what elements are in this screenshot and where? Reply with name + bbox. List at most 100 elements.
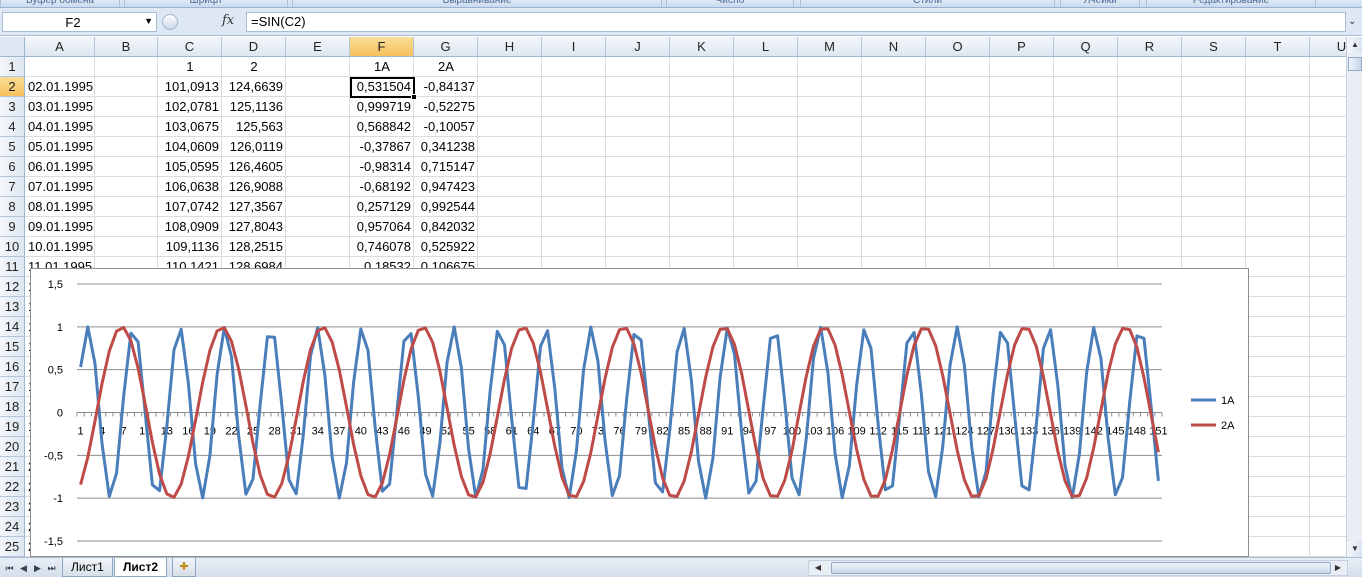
- cell-C8[interactable]: 107,0742: [158, 197, 222, 217]
- cell-F1[interactable]: 1A: [350, 57, 414, 77]
- cell-G5[interactable]: 0,341238: [414, 137, 478, 157]
- column-header[interactable]: E: [286, 37, 350, 57]
- row-header[interactable]: 18: [0, 397, 25, 417]
- row-header[interactable]: 21: [0, 457, 25, 477]
- last-sheet-icon[interactable]: ⏭: [46, 561, 57, 575]
- row-header[interactable]: 22: [0, 477, 25, 497]
- cell-G8[interactable]: 0,992544: [414, 197, 478, 217]
- cell-A5[interactable]: 05.01.1995: [25, 137, 95, 157]
- row-header[interactable]: 14: [0, 317, 25, 337]
- row-header[interactable]: 3: [0, 97, 25, 117]
- scroll-left-icon[interactable]: ◀: [811, 561, 825, 575]
- column-header[interactable]: Q: [1054, 37, 1118, 57]
- sheet-tab-list2[interactable]: Лист2: [114, 558, 168, 577]
- row-header[interactable]: 23: [0, 497, 25, 517]
- cell-F7[interactable]: -0,68192: [350, 177, 414, 197]
- column-header[interactable]: H: [478, 37, 542, 57]
- column-header[interactable]: O: [926, 37, 990, 57]
- cancel-circle-icon[interactable]: [162, 14, 178, 30]
- cell-G1[interactable]: 2A: [414, 57, 478, 77]
- row-header[interactable]: 4: [0, 117, 25, 137]
- row-header[interactable]: 10: [0, 237, 25, 257]
- row-header[interactable]: 19: [0, 417, 25, 437]
- column-header[interactable]: S: [1182, 37, 1246, 57]
- horizontal-scroll-thumb[interactable]: [831, 562, 1331, 574]
- column-header[interactable]: R: [1118, 37, 1182, 57]
- cell-C5[interactable]: 104,0609: [158, 137, 222, 157]
- cell-G10[interactable]: 0,525922: [414, 237, 478, 257]
- cell-D9[interactable]: 127,8043: [222, 217, 286, 237]
- row-header[interactable]: 6: [0, 157, 25, 177]
- vertical-scrollbar[interactable]: ▲ ▼: [1346, 37, 1362, 557]
- column-header[interactable]: A: [25, 37, 95, 57]
- cell-G7[interactable]: 0,947423: [414, 177, 478, 197]
- row-header[interactable]: 7: [0, 177, 25, 197]
- cell-G4[interactable]: -0,10057: [414, 117, 478, 137]
- column-header[interactable]: D: [222, 37, 286, 57]
- row-header[interactable]: 11: [0, 257, 25, 277]
- row-header[interactable]: 16: [0, 357, 25, 377]
- formula-input[interactable]: =SIN(C2): [246, 12, 1346, 32]
- cell-A2[interactable]: 02.01.1995: [25, 77, 95, 97]
- insert-function-button[interactable]: fx: [222, 13, 234, 28]
- cell-D2[interactable]: 124,6639: [222, 77, 286, 97]
- chevron-down-icon[interactable]: ▼: [144, 16, 153, 26]
- row-header[interactable]: 9: [0, 217, 25, 237]
- cell-C9[interactable]: 108,0909: [158, 217, 222, 237]
- cell-F6[interactable]: -0,98314: [350, 157, 414, 177]
- cell-G6[interactable]: 0,715147: [414, 157, 478, 177]
- cell-C7[interactable]: 106,0638: [158, 177, 222, 197]
- line-chart[interactable]: 1,5 1 0,5 0 -0,5 -1 -1,5 1 4 7 10 13 16 19 22 25 28 31 34 3…: [30, 268, 1249, 557]
- first-sheet-icon[interactable]: ⏮: [4, 561, 15, 575]
- cell-D10[interactable]: 128,2515: [222, 237, 286, 257]
- cell-A9[interactable]: 09.01.1995: [25, 217, 95, 237]
- cell-D1[interactable]: 2: [222, 57, 286, 77]
- cell-A7[interactable]: 07.01.1995: [25, 177, 95, 197]
- column-header[interactable]: B: [95, 37, 158, 57]
- fill-handle[interactable]: [411, 94, 417, 100]
- row-header[interactable]: 12: [0, 277, 25, 297]
- cell-A4[interactable]: 04.01.1995: [25, 117, 95, 137]
- cell-G9[interactable]: 0,842032: [414, 217, 478, 237]
- insert-sheet-icon[interactable]: ✚: [172, 558, 196, 577]
- row-header[interactable]: 5: [0, 137, 25, 157]
- cell-G3[interactable]: -0,52275: [414, 97, 478, 117]
- row-header[interactable]: 25: [0, 537, 25, 557]
- column-header[interactable]: L: [734, 37, 798, 57]
- column-header[interactable]: U: [1310, 37, 1346, 57]
- row-header[interactable]: 1: [0, 57, 25, 77]
- next-sheet-icon[interactable]: ▶: [32, 561, 43, 575]
- cell-C2[interactable]: 101,0913: [158, 77, 222, 97]
- cell-A8[interactable]: 08.01.1995: [25, 197, 95, 217]
- column-header[interactable]: I: [542, 37, 606, 57]
- cell-D5[interactable]: 126,0119: [222, 137, 286, 157]
- cell-F8[interactable]: 0,257129: [350, 197, 414, 217]
- cell-D4[interactable]: 125,563: [222, 117, 286, 137]
- cell-C4[interactable]: 103,0675: [158, 117, 222, 137]
- cell-A3[interactable]: 03.01.1995: [25, 97, 95, 117]
- scroll-up-icon[interactable]: ▲: [1347, 37, 1362, 53]
- prev-sheet-icon[interactable]: ◀: [18, 561, 29, 575]
- column-header[interactable]: F: [350, 37, 414, 57]
- row-header[interactable]: 17: [0, 377, 25, 397]
- sheet-tab-list1[interactable]: Лист1: [62, 558, 113, 577]
- column-header[interactable]: N: [862, 37, 926, 57]
- row-header[interactable]: 13: [0, 297, 25, 317]
- cell-F9[interactable]: 0,957064: [350, 217, 414, 237]
- row-header[interactable]: 15: [0, 337, 25, 357]
- column-header[interactable]: J: [606, 37, 670, 57]
- cell-C6[interactable]: 105,0595: [158, 157, 222, 177]
- scroll-down-icon[interactable]: ▼: [1347, 541, 1362, 557]
- cell-A6[interactable]: 06.01.1995: [25, 157, 95, 177]
- column-header[interactable]: K: [670, 37, 734, 57]
- row-header[interactable]: 8: [0, 197, 25, 217]
- row-header[interactable]: 20: [0, 437, 25, 457]
- horizontal-scrollbar[interactable]: ◀ ▶: [808, 560, 1348, 576]
- cell-D6[interactable]: 126,4605: [222, 157, 286, 177]
- column-header[interactable]: M: [798, 37, 862, 57]
- cell-G2[interactable]: -0,84137: [414, 77, 478, 97]
- row-header[interactable]: 24: [0, 517, 25, 537]
- cell-F10[interactable]: 0,746078: [350, 237, 414, 257]
- cell-C1[interactable]: 1: [158, 57, 222, 77]
- expand-formula-bar-icon[interactable]: ⌄: [1348, 13, 1360, 31]
